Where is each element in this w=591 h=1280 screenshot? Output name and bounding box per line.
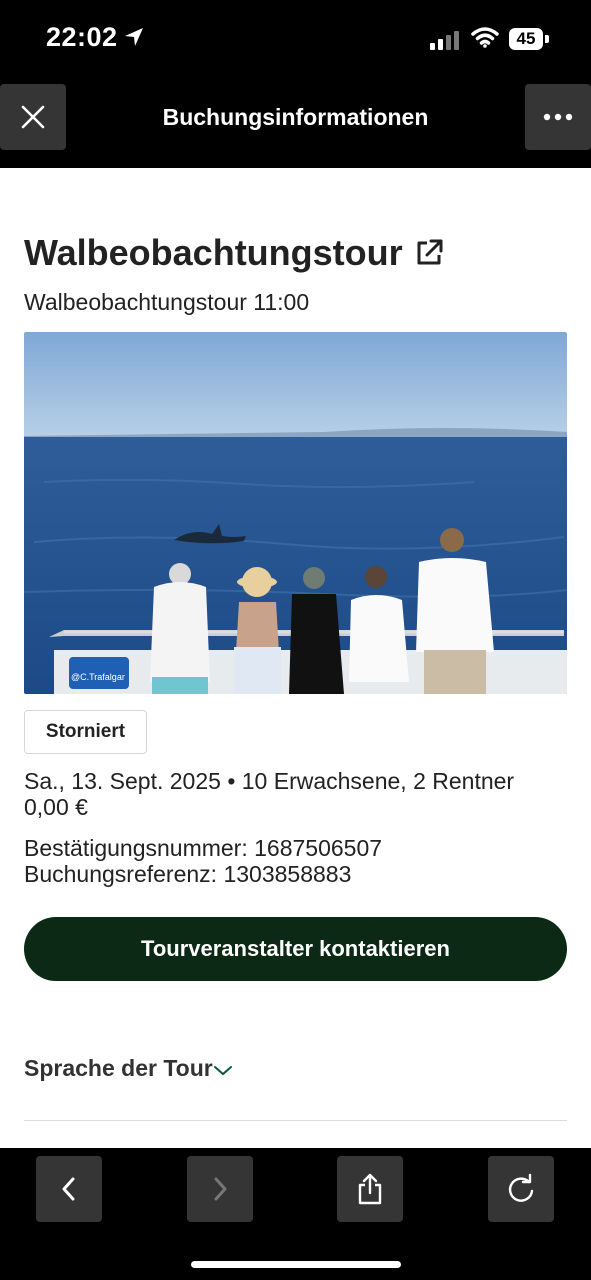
status-badge: Storniert bbox=[24, 710, 147, 754]
more-dots-icon bbox=[543, 113, 573, 121]
price: 0,00 € bbox=[24, 794, 88, 820]
battery-nub bbox=[545, 35, 549, 43]
tour-language-label: Sprache der Tour bbox=[24, 1055, 213, 1081]
cellular-signal-icon bbox=[430, 31, 459, 50]
tour-photo: @C.Trafalgar bbox=[24, 332, 567, 694]
status-bar: 22:02 45 bbox=[0, 0, 591, 80]
status-time: 22:02 bbox=[46, 22, 118, 52]
browser-toolbar bbox=[0, 1148, 591, 1280]
photo-credit: @C.Trafalgar bbox=[71, 672, 125, 682]
wifi-icon bbox=[471, 27, 499, 48]
location-arrow-icon bbox=[125, 28, 143, 46]
battery-indicator: 45 bbox=[509, 28, 543, 50]
share-icon bbox=[358, 1173, 382, 1205]
confirmation-number: Bestätigungsnummer: 1687506507 bbox=[24, 835, 383, 861]
contact-operator-button[interactable]: Tourveranstalter kontaktieren bbox=[24, 917, 567, 981]
more-options-button[interactable] bbox=[525, 84, 591, 150]
forward-icon bbox=[214, 1177, 227, 1201]
back-icon bbox=[62, 1177, 75, 1201]
chevron-down-icon bbox=[213, 1065, 232, 1075]
tour-subtitle: Walbeobachtungstour 11:00 bbox=[24, 289, 310, 315]
tour-title: Walbeobachtungstour bbox=[24, 232, 403, 273]
page-title: Buchungsinformationen bbox=[162, 104, 429, 130]
reload-icon bbox=[508, 1173, 534, 1202]
date-guests: Sa., 13. Sept. 2025 • 10 Erwachsene, 2 R… bbox=[24, 768, 515, 794]
section-divider bbox=[24, 1120, 567, 1121]
app-header: Buchungsinformationen bbox=[0, 80, 591, 168]
reload-button[interactable] bbox=[488, 1156, 554, 1222]
back-button[interactable] bbox=[36, 1156, 102, 1222]
home-indicator bbox=[191, 1261, 401, 1268]
booking-details: Walbeobachtungstour Walbeobachtungstour … bbox=[0, 168, 591, 1148]
tour-language-toggle[interactable]: Sprache der Tour bbox=[24, 1055, 233, 1082]
title-row: Walbeobachtungstour bbox=[24, 232, 445, 274]
share-button[interactable] bbox=[337, 1156, 403, 1222]
booking-reference: Buchungsreferenz: 1303858883 bbox=[24, 861, 352, 887]
forward-button[interactable] bbox=[187, 1156, 253, 1222]
external-link-icon[interactable] bbox=[413, 237, 445, 269]
